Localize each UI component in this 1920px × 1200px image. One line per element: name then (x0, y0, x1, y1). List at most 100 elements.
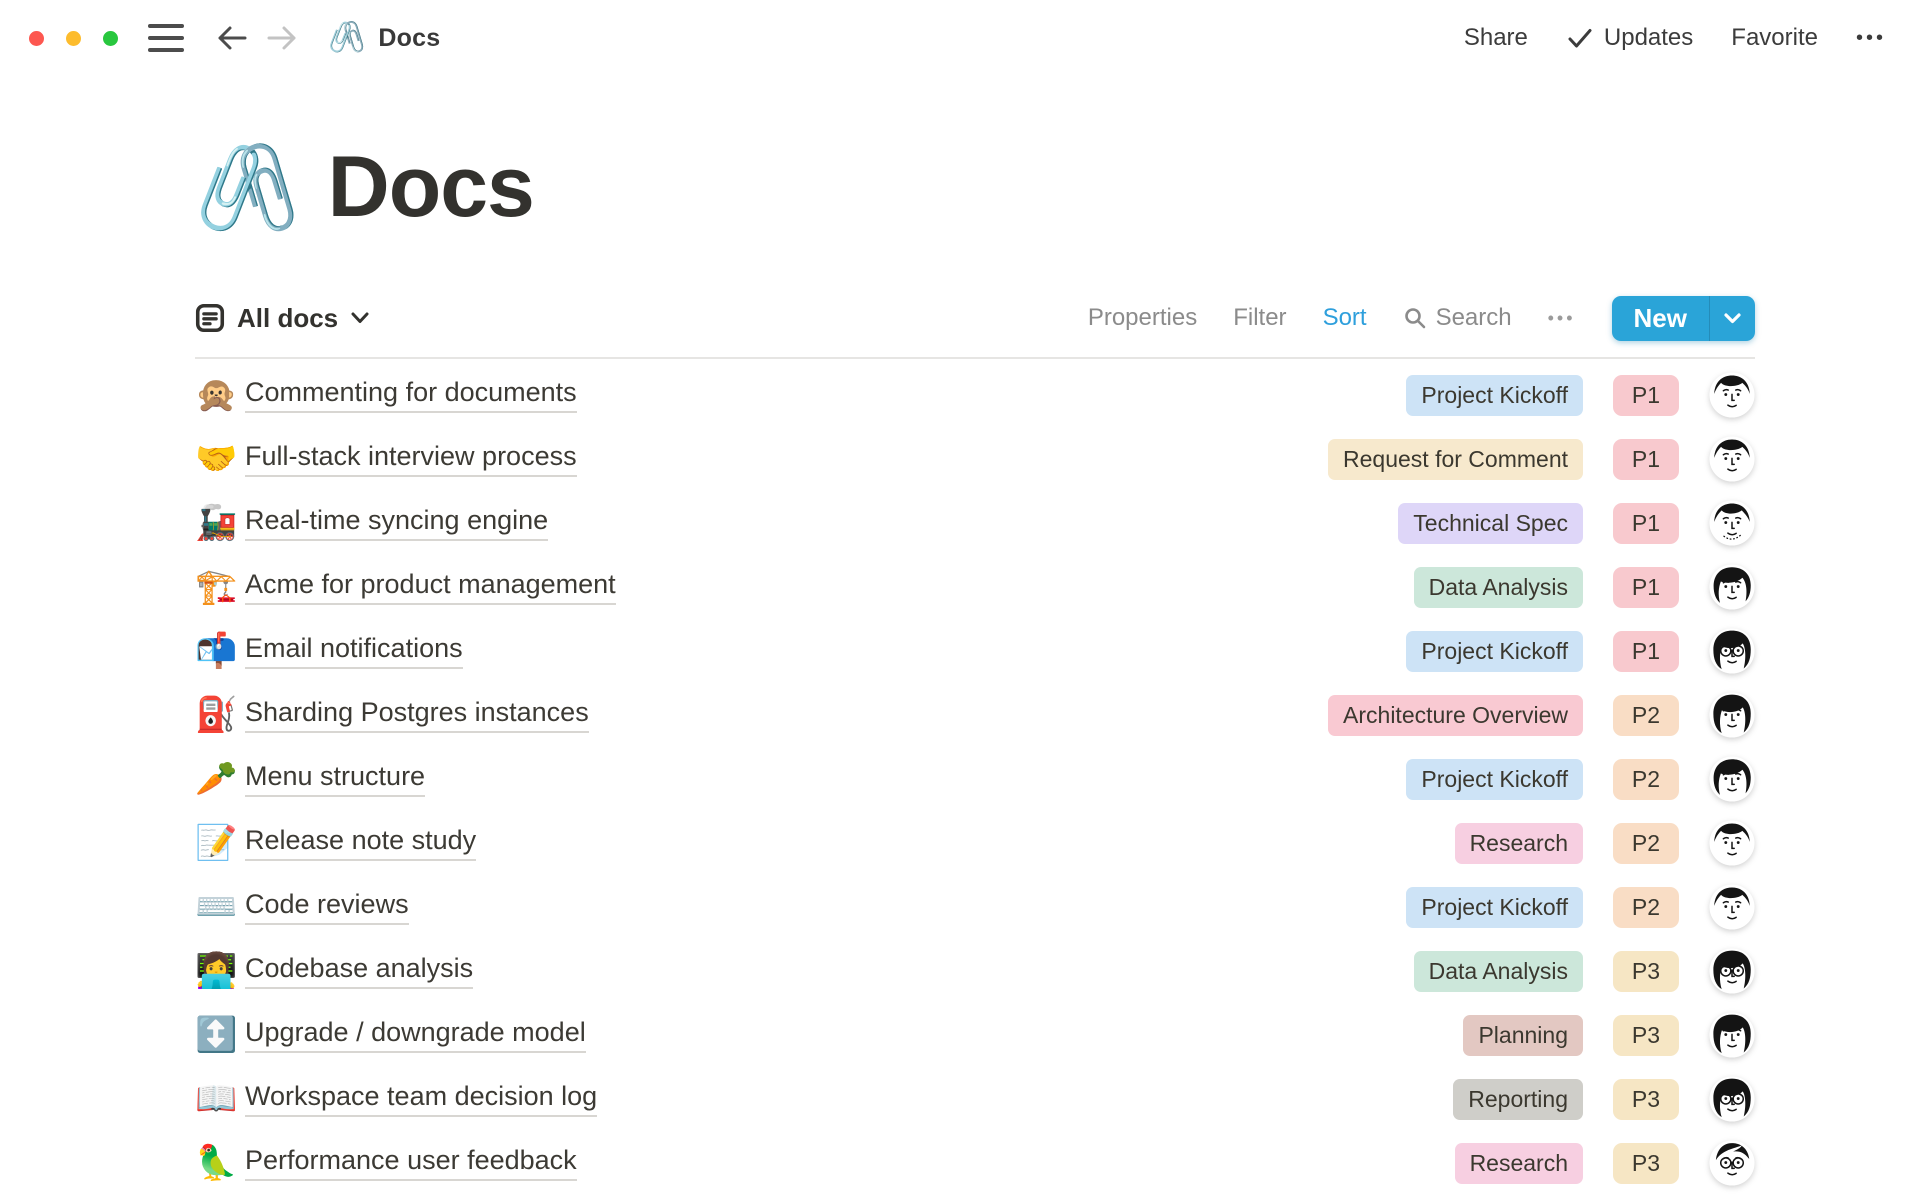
doc-type-badge[interactable]: Data Analysis (1414, 567, 1583, 608)
favorite-button[interactable]: Favorite (1731, 24, 1818, 52)
doc-title-link[interactable]: Menu structure (245, 761, 425, 797)
filter-button[interactable]: Filter (1233, 304, 1286, 332)
assignee-avatar[interactable] (1709, 500, 1755, 546)
doc-type-badge[interactable]: Reporting (1453, 1079, 1583, 1120)
doc-title-link[interactable]: Workspace team decision log (245, 1081, 597, 1117)
doc-row[interactable]: 🚂 Real-time syncing engine Technical Spe… (195, 491, 1755, 555)
doc-row[interactable]: 🥕 Menu structure Project Kickoff P2 (195, 747, 1755, 811)
doc-priority-badge[interactable]: P2 (1613, 823, 1679, 864)
doc-priority-badge[interactable]: P1 (1613, 375, 1679, 416)
view-selector-all-docs[interactable]: All docs (195, 303, 370, 334)
assignee-avatar[interactable] (1709, 1076, 1755, 1122)
doc-row[interactable]: 📖 Workspace team decision log Reporting … (195, 1067, 1755, 1131)
doc-title-link[interactable]: Code reviews (245, 889, 409, 925)
doc-row[interactable]: 🙊 Commenting for documents Project Kicko… (195, 363, 1755, 427)
doc-type-badge[interactable]: Project Kickoff (1406, 631, 1583, 672)
assignee-avatar[interactable] (1709, 372, 1755, 418)
doc-type-badge[interactable]: Research (1455, 823, 1583, 864)
doc-title-link[interactable]: Full-stack interview process (245, 441, 577, 477)
doc-priority-badge[interactable]: P1 (1613, 503, 1679, 544)
doc-type-badge[interactable]: Architecture Overview (1328, 695, 1583, 736)
doc-title-link[interactable]: Email notifications (245, 633, 463, 669)
assignee-avatar[interactable] (1709, 1140, 1755, 1186)
assignee-avatar[interactable] (1709, 1012, 1755, 1058)
doc-priority-badge[interactable]: P2 (1613, 759, 1679, 800)
zoom-window-button[interactable] (103, 31, 118, 46)
doc-priority-badge[interactable]: P3 (1613, 951, 1679, 992)
properties-button[interactable]: Properties (1088, 304, 1197, 332)
speak-no-evil-monkey-emoji: 🙊 (195, 378, 245, 412)
more-options-icon[interactable]: ••• (1856, 27, 1886, 50)
doc-priority-badge[interactable]: P3 (1613, 1015, 1679, 1056)
open-book-emoji: 📖 (195, 1082, 245, 1116)
fuel-pump-emoji: ⛽ (195, 698, 245, 732)
doc-type-badge[interactable]: Data Analysis (1414, 951, 1583, 992)
assignee-avatar[interactable] (1709, 436, 1755, 482)
assignee-avatar[interactable] (1709, 948, 1755, 994)
doc-priority-badge[interactable]: P3 (1613, 1079, 1679, 1120)
assignee-avatar[interactable] (1709, 692, 1755, 738)
page-title: Docs (328, 138, 534, 237)
doc-type-badge[interactable]: Project Kickoff (1406, 375, 1583, 416)
doc-title-link[interactable]: Acme for product management (245, 569, 616, 605)
doc-type-badge[interactable]: Request for Comment (1328, 439, 1583, 480)
doc-type-badge[interactable]: Technical Spec (1398, 503, 1583, 544)
doc-priority-badge[interactable]: P1 (1613, 631, 1679, 672)
doc-title-link[interactable]: Sharding Postgres instances (245, 697, 589, 733)
assignee-avatar[interactable] (1709, 756, 1755, 802)
doc-row[interactable]: 📝 Release note study Research P2 (195, 811, 1755, 875)
doc-type-badge[interactable]: Planning (1463, 1015, 1583, 1056)
back-arrow-icon[interactable] (216, 23, 248, 53)
doc-type-badge[interactable]: Project Kickoff (1406, 887, 1583, 928)
doc-priority-badge[interactable]: P3 (1613, 1143, 1679, 1184)
doc-row[interactable]: ⌨️ Code reviews Project Kickoff P2 (195, 875, 1755, 939)
assignee-avatar[interactable] (1709, 884, 1755, 930)
new-doc-button[interactable]: New (1612, 296, 1709, 341)
assignee-avatar[interactable] (1709, 820, 1755, 866)
doc-title-link[interactable]: Commenting for documents (245, 377, 577, 413)
doc-type-badge[interactable]: Research (1455, 1143, 1583, 1184)
window-title: Docs (378, 24, 440, 53)
parrot-emoji: 🦜 (195, 1146, 245, 1180)
check-icon (1566, 26, 1594, 50)
paperclip-page-emoji-icon[interactable]: 🖇️ (195, 145, 300, 229)
doc-priority-badge[interactable]: P1 (1613, 439, 1679, 480)
doc-title-link[interactable]: Release note study (245, 825, 476, 861)
doc-row[interactable]: ↕️ Upgrade / downgrade model Planning P3 (195, 1003, 1755, 1067)
toolbar-divider (195, 357, 1755, 359)
doc-row[interactable]: 👩‍💻 Codebase analysis Data Analysis P3 (195, 939, 1755, 1003)
doc-row[interactable]: 🤝 Full-stack interview process Request f… (195, 427, 1755, 491)
locomotive-emoji: 🚂 (195, 506, 245, 540)
search-button[interactable]: Search (1403, 304, 1512, 332)
forward-arrow-icon[interactable] (266, 23, 298, 53)
close-window-button[interactable] (29, 31, 44, 46)
view-toolbar: All docs Properties Filter Sort Search •… (195, 294, 1755, 342)
woman-technologist-emoji: 👩‍💻 (195, 954, 245, 988)
doc-row[interactable]: 📬 Email notifications Project Kickoff P1 (195, 619, 1755, 683)
minimize-window-button[interactable] (66, 31, 81, 46)
chevron-down-icon (350, 311, 370, 325)
doc-title-link[interactable]: Performance user feedback (245, 1145, 577, 1181)
sort-button[interactable]: Sort (1323, 304, 1367, 332)
doc-row[interactable]: ⛽ Sharding Postgres instances Architectu… (195, 683, 1755, 747)
assignee-avatar[interactable] (1709, 628, 1755, 674)
new-doc-split-button[interactable]: New (1612, 296, 1755, 341)
page-header: 🖇️ Docs (195, 132, 1755, 242)
doc-title-link[interactable]: Real-time syncing engine (245, 505, 548, 541)
memo-emoji: 📝 (195, 826, 245, 860)
doc-list-icon (195, 303, 225, 333)
updates-button[interactable]: Updates (1566, 24, 1693, 52)
share-button[interactable]: Share (1464, 24, 1528, 52)
doc-priority-badge[interactable]: P2 (1613, 695, 1679, 736)
doc-title-link[interactable]: Codebase analysis (245, 953, 473, 989)
doc-type-badge[interactable]: Project Kickoff (1406, 759, 1583, 800)
doc-priority-badge[interactable]: P1 (1613, 567, 1679, 608)
doc-row[interactable]: 🏗️ Acme for product management Data Anal… (195, 555, 1755, 619)
new-doc-dropdown-chevron-icon[interactable] (1709, 296, 1755, 341)
doc-title-link[interactable]: Upgrade / downgrade model (245, 1017, 586, 1053)
doc-priority-badge[interactable]: P2 (1613, 887, 1679, 928)
sidebar-menu-icon[interactable] (148, 24, 184, 52)
more-view-options-icon[interactable]: ••• (1548, 308, 1576, 329)
assignee-avatar[interactable] (1709, 564, 1755, 610)
doc-row[interactable]: 🦜 Performance user feedback Research P3 (195, 1131, 1755, 1195)
